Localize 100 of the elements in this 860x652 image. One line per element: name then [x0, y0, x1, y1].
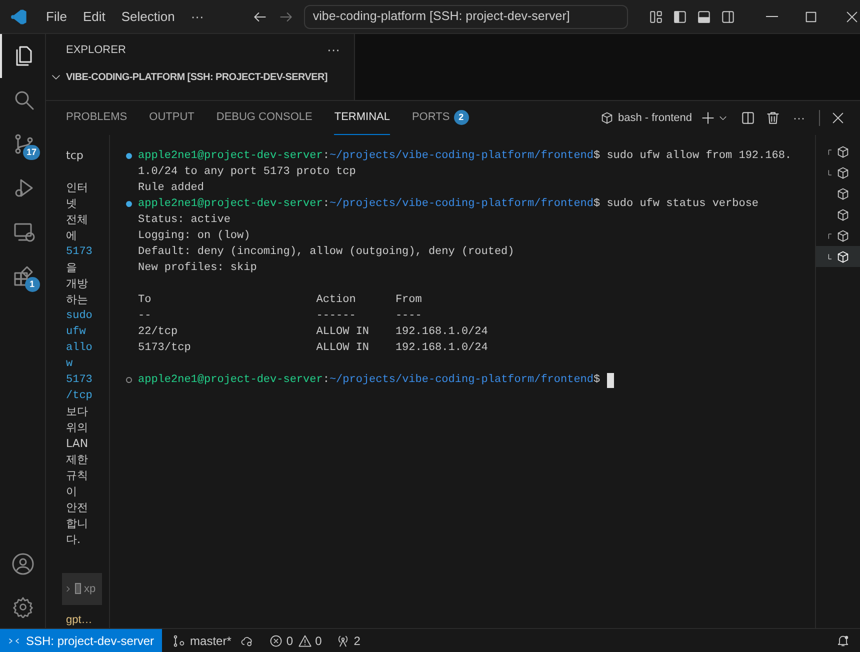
panel-tab[interactable]: PORTS 2 [412, 101, 469, 135]
chat-text: /tcp [66, 389, 94, 404]
trash-icon [765, 110, 781, 126]
terminal-name-button[interactable]: bash - frontend [600, 110, 692, 126]
split-icon [740, 110, 756, 126]
prompt-separator: : [322, 373, 330, 388]
chevron-right-icon [64, 584, 72, 593]
panel-tab[interactable]: DEBUG CONSOLE [216, 101, 312, 135]
terminal-output: Status: active [137, 213, 230, 228]
prompt-user-host: apple2ne1@project-dev-server [138, 373, 323, 388]
prompt-symbol: $ [594, 197, 600, 212]
activity-bar-button[interactable]: 1 [0, 254, 46, 298]
terminal-output: Rule added [137, 181, 204, 196]
close-icon [830, 110, 846, 126]
prompt-path: ~/projects/vibe-coding-platform/frontend [329, 197, 594, 212]
chat-text: w [66, 357, 74, 372]
terminal-output: Logging: on (low) [137, 229, 250, 244]
prompt-user-host: apple2ne1@project-dev-server [138, 197, 323, 212]
prompt-symbol: $ [594, 373, 600, 388]
chat-text: LAN [66, 436, 90, 452]
prompt-separator: : [322, 197, 330, 212]
chat-text: ufw [66, 325, 87, 340]
cube-icon [836, 166, 850, 180]
remote-indicator[interactable]: SSH: project-dev-server [0, 628, 162, 652]
antenna-icon [336, 634, 350, 648]
toggle-panel-icon [696, 8, 712, 24]
panel-tab[interactable]: TERMINAL [334, 101, 390, 135]
layout-icon [648, 8, 664, 24]
more-actions-button[interactable]: ··· [327, 40, 340, 60]
menu-item[interactable]: Selection [113, 6, 183, 26]
more-actions-button[interactable]: ··· [793, 109, 805, 127]
branch-indicator[interactable]: master* [172, 632, 232, 650]
toggle-sidebar-icon [672, 8, 688, 24]
chat-text: 다. [66, 532, 82, 548]
prompt-user-host: apple2ne1@project-dev-server [138, 149, 323, 164]
settings-icon [12, 596, 34, 618]
cube-icon [836, 250, 850, 264]
cube-icon [600, 111, 614, 125]
prompt-separator: : [322, 149, 330, 164]
terminal-output: -- ------ ---- [137, 309, 422, 324]
prompt-symbol: $ [594, 149, 600, 164]
chat-text: tcp [66, 148, 84, 164]
cube-icon [836, 228, 850, 242]
chat-text: 보다 [66, 404, 89, 420]
count-badge: 2 [454, 110, 469, 125]
chat-footer-text: gpt… [66, 612, 94, 628]
cursor-block [75, 583, 81, 594]
terminal-list-item[interactable] [816, 246, 860, 267]
chat-text: 전체 [66, 212, 89, 228]
chat-text: 5173 [66, 373, 94, 388]
prompt-path: ~/projects/vibe-coding-platform/frontend [329, 373, 594, 388]
workspace-root-row[interactable]: VIBE-CODING-PLATFORM [SSH: PROJECT-DEV-SERVER] [46, 66, 354, 88]
cube-icon [836, 144, 850, 158]
problems-indicator[interactable]: 0 0 [269, 632, 322, 650]
notification-bell-icon [836, 634, 850, 648]
app-logo-icon [10, 8, 28, 26]
terminal-output: 22/tcp ALLOW IN 192.168.1.0/24 [137, 325, 488, 340]
warning-icon [298, 634, 312, 648]
chat-text: 이 [66, 484, 78, 500]
collapsed-item[interactable]: xp [62, 573, 102, 604]
branch-icon [172, 634, 186, 648]
chat-text: allo [66, 341, 94, 356]
error-icon [269, 634, 284, 648]
chat-text: 인터 [66, 180, 89, 196]
chat-text: sudo [66, 309, 94, 324]
ports-indicator[interactable]: 2 [336, 632, 360, 650]
chat-text: 위의 [66, 420, 89, 436]
terminal-output: To Action From [137, 293, 422, 308]
chat-text: 5173 [66, 245, 94, 260]
chat-text: 제한 [66, 452, 89, 468]
cube-icon [836, 208, 850, 222]
menu-item[interactable]: File [38, 6, 75, 26]
sidebar-title: EXPLORER [66, 42, 126, 58]
cube-icon [836, 186, 850, 200]
terminal-output: Default: deny (incoming), allow (outgoing), deny (routed) [137, 245, 514, 260]
chat-text: 하는 [66, 292, 89, 308]
extensions-icon [12, 264, 36, 288]
toggle-secondary-sidebar-icon [720, 8, 736, 24]
chat-text: 에 [66, 228, 78, 244]
terminal-output: New profiles: skip [137, 261, 257, 276]
command-center-field[interactable]: vibe-coding-platform [SSH: project-dev-server] [304, 4, 628, 28]
terminal-command: sudo ufw status verbose [606, 197, 759, 212]
terminal-output: 1.0/24 to any port 5173 proto tcp [137, 165, 356, 180]
chat-text: 을 [66, 260, 78, 276]
account-icon [10, 552, 34, 576]
prompt-path: ~/projects/vibe-coding-platform/frontend [329, 149, 594, 164]
count-badge: 17 [23, 145, 40, 160]
panel-tab[interactable]: PROBLEMS [66, 101, 128, 135]
count-badge: 1 [24, 277, 40, 292]
plus-icon [700, 110, 716, 126]
menu-item[interactable]: Edit [74, 6, 114, 26]
activity-bar-button[interactable]: 17 [0, 122, 46, 166]
chat-text: 합니 [66, 516, 89, 532]
menu-item[interactable]: ··· [182, 6, 212, 26]
terminal-command: sudo ufw allow from 192.168. [606, 149, 792, 164]
panel-tab[interactable]: OUTPUT [149, 101, 194, 135]
chat-text: 개방 [66, 276, 89, 292]
chat-text: 안전 [66, 500, 89, 516]
terminal-output: 5173/tcp ALLOW IN 192.168.1.0/24 [137, 341, 488, 356]
chat-text: 넷 [66, 196, 78, 212]
